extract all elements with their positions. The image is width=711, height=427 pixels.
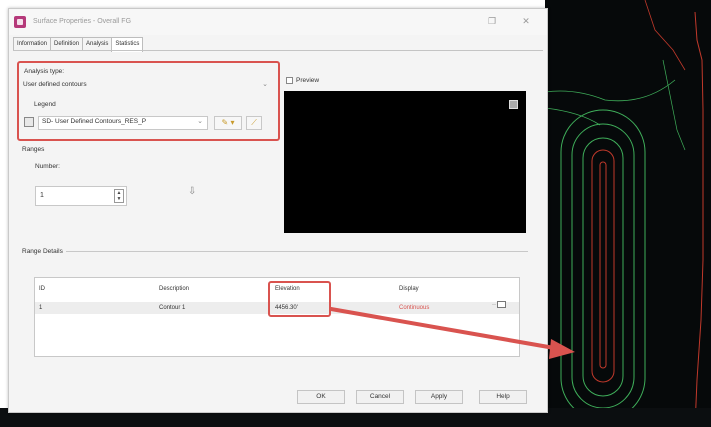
callout-arrow — [329, 307, 575, 359]
